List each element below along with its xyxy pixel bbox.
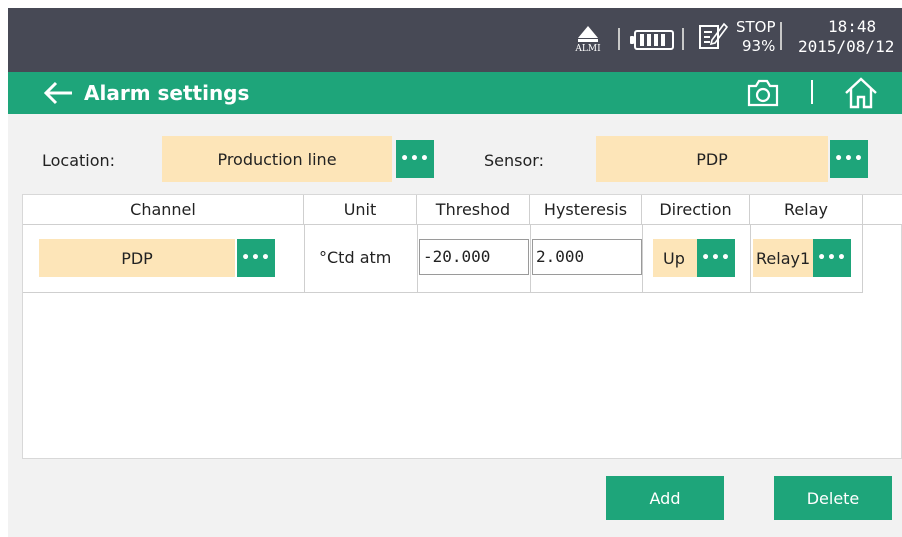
battery-cell bbox=[640, 34, 644, 46]
status-separator bbox=[780, 22, 782, 50]
relay-select[interactable]: Relay1 bbox=[753, 239, 813, 277]
column-divider bbox=[862, 225, 863, 293]
alarm-indicator[interactable]: ALMI bbox=[570, 24, 606, 64]
column-divider bbox=[304, 225, 305, 293]
stop-status: STOP bbox=[736, 18, 776, 36]
row-divider bbox=[23, 292, 863, 293]
table-header-row: Channel Unit Threshod Hysteresis Directi… bbox=[23, 195, 902, 225]
column-header-direction: Direction bbox=[642, 195, 750, 225]
status-separator bbox=[618, 28, 620, 50]
home-icon[interactable] bbox=[843, 76, 879, 110]
location-label: Location: bbox=[42, 151, 116, 170]
status-bar: ALMI STOP 93% 18:48 2015/08/12 bbox=[8, 8, 902, 72]
battery-icon bbox=[630, 30, 674, 50]
hysteresis-input[interactable]: 2.000 bbox=[532, 239, 642, 275]
alarm-label: ALMI bbox=[575, 44, 601, 54]
header-separator bbox=[811, 80, 813, 104]
alarm-triangle-icon bbox=[578, 26, 598, 38]
battery-cell bbox=[647, 34, 651, 46]
column-divider bbox=[642, 225, 643, 293]
relay-more-button[interactable]: ••• bbox=[813, 239, 851, 277]
sensor-label: Sensor: bbox=[484, 151, 544, 170]
channel-more-button[interactable]: ••• bbox=[237, 239, 275, 277]
direction-select[interactable]: Up bbox=[653, 239, 697, 277]
clock-date: 2015/08/12 bbox=[798, 37, 895, 56]
camera-icon[interactable] bbox=[745, 77, 781, 109]
status-separator bbox=[682, 28, 684, 50]
arrow-left-icon[interactable] bbox=[42, 79, 74, 107]
note-edit-icon[interactable] bbox=[698, 20, 728, 52]
alarm-table: Channel Unit Threshod Hysteresis Directi… bbox=[22, 194, 902, 459]
column-header-channel: Channel bbox=[23, 195, 304, 225]
direction-more-button[interactable]: ••• bbox=[697, 239, 735, 277]
alarm-bar-icon bbox=[578, 39, 598, 42]
content-area: Location: Production line ••• Sensor: PD… bbox=[8, 114, 902, 537]
location-select[interactable]: Production line bbox=[162, 136, 392, 182]
battery-cell bbox=[661, 34, 665, 46]
threshold-input[interactable]: -20.000 bbox=[419, 239, 529, 275]
unit-value: °Ctd atm bbox=[319, 248, 392, 267]
add-button[interactable]: Add bbox=[606, 476, 724, 520]
clock-time: 18:48 bbox=[828, 17, 877, 36]
column-divider bbox=[417, 225, 418, 293]
column-divider bbox=[750, 225, 751, 293]
battery-percent: 93% bbox=[742, 37, 776, 55]
sensor-more-button[interactable]: ••• bbox=[830, 140, 868, 178]
channel-select[interactable]: PDP bbox=[39, 239, 235, 277]
battery-cell bbox=[654, 34, 658, 46]
page-title: Alarm settings bbox=[84, 81, 250, 105]
column-header-threshold: Threshod bbox=[417, 195, 530, 225]
page-header: Alarm settings bbox=[8, 72, 902, 114]
column-header-relay: Relay bbox=[750, 195, 863, 225]
column-header-unit: Unit bbox=[304, 195, 417, 225]
table-row[interactable]: PDP ••• °Ctd atm -20.000 2.000 Up ••• Re… bbox=[23, 225, 863, 293]
column-header-hysteresis: Hysteresis bbox=[530, 195, 642, 225]
location-more-button[interactable]: ••• bbox=[396, 140, 434, 178]
sensor-select[interactable]: PDP bbox=[596, 136, 828, 182]
delete-button[interactable]: Delete bbox=[774, 476, 892, 520]
column-divider bbox=[530, 225, 531, 293]
